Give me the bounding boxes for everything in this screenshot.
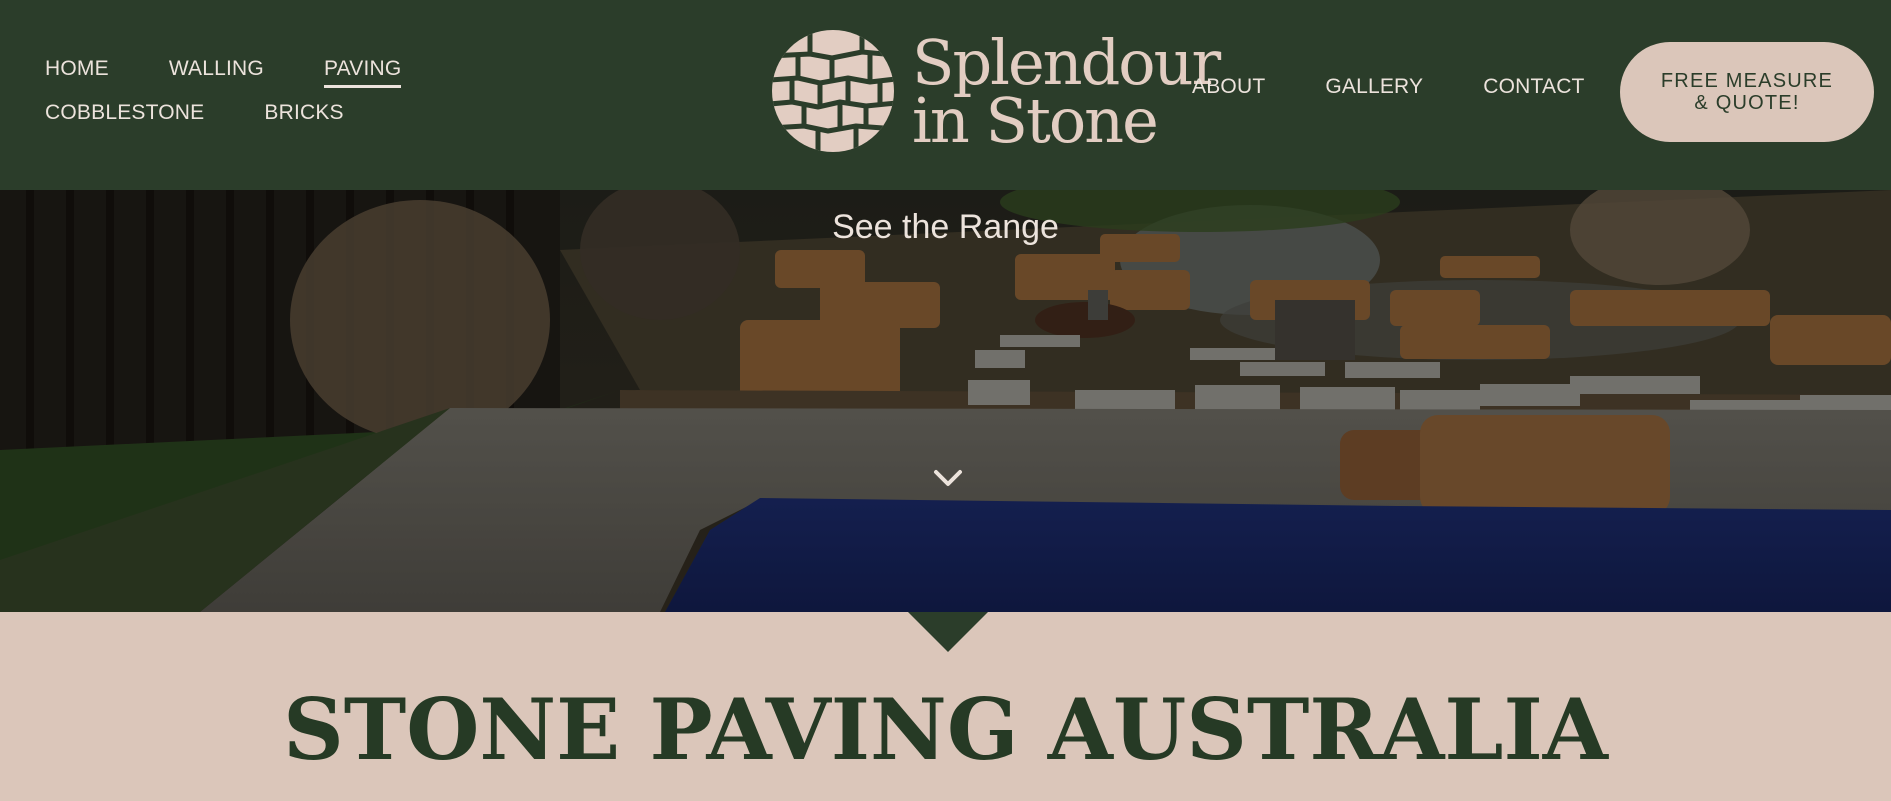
- free-measure-quote-button[interactable]: FREE MEASURE & QUOTE!: [1620, 42, 1874, 142]
- primary-nav-left: HOME WALLING PAVING COBBLESTONE BRICKS: [45, 58, 645, 124]
- logo-line-2: in Stone: [912, 84, 1159, 157]
- primary-nav-right: ABOUT GALLERY CONTACT: [1192, 76, 1645, 98]
- nav-about-link[interactable]: ABOUT: [1192, 76, 1265, 98]
- see-the-range-link[interactable]: See the Range: [0, 208, 1891, 247]
- nav-bricks-link[interactable]: BRICKS: [264, 102, 343, 124]
- chevron-down-icon[interactable]: [932, 468, 964, 488]
- nav-paving-link[interactable]: PAVING: [323, 58, 402, 88]
- nav-walling-link[interactable]: WALLING: [169, 58, 264, 88]
- hero-banner: See the Range: [0, 190, 1891, 612]
- nav-contact-link[interactable]: CONTACT: [1483, 76, 1584, 98]
- stone-wall-logo-icon: [772, 30, 894, 152]
- section-divider-arrow: [908, 612, 988, 652]
- page-title: STONE PAVING AUSTRALIA: [283, 680, 1608, 779]
- site-logo[interactable]: Splendour in Stone: [770, 28, 1221, 158]
- site-header: HOME WALLING PAVING COBBLESTONE BRICKS S…: [0, 0, 1891, 190]
- nav-home-link[interactable]: HOME: [45, 58, 109, 88]
- logo-wordmark: Splendour in Stone: [912, 32, 1221, 157]
- nav-cobblestone-link[interactable]: COBBLESTONE: [45, 102, 204, 124]
- nav-gallery-link[interactable]: GALLERY: [1325, 76, 1423, 98]
- hero-photo: [0, 190, 1891, 612]
